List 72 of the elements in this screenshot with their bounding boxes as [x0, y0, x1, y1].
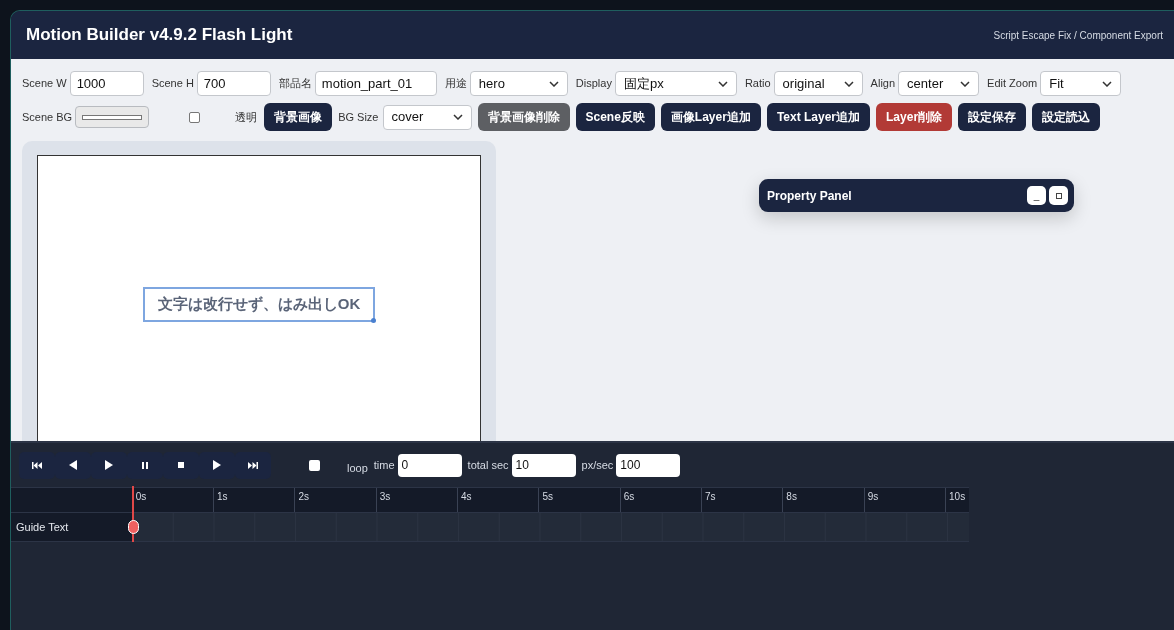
- toolbar-button[interactable]: Scene反映: [575, 103, 655, 131]
- app-title: Motion Builder v4.9.2 Flash Light: [26, 24, 293, 47]
- minimize-button[interactable]: _: [1027, 186, 1046, 205]
- dropdown[interactable]: 固定px: [614, 71, 737, 96]
- time-tick: 0s: [131, 488, 214, 512]
- panel-title: Property Panel: [767, 187, 852, 205]
- text-layer[interactable]: 文字は改行せず、はみ出しOK: [143, 287, 375, 322]
- field-label: BG Size: [338, 109, 379, 125]
- field-label: 部品名: [278, 76, 312, 92]
- track-name: Guide Text: [11, 513, 132, 541]
- loop-checkbox[interactable]: [309, 459, 320, 471]
- pause-icon: [142, 461, 148, 469]
- triangle-right-icon: [213, 460, 221, 470]
- text-input[interactable]: 700: [196, 71, 271, 96]
- skip-back-icon: [32, 461, 42, 469]
- dropdown[interactable]: center: [898, 71, 980, 96]
- field-label: time: [373, 457, 395, 473]
- play-icon: [105, 460, 113, 470]
- chevron-down-icon: [548, 80, 559, 87]
- toolbar-button[interactable]: 背景画像: [264, 103, 333, 131]
- dropdown[interactable]: Fit: [1040, 71, 1122, 96]
- loop-label: loop: [347, 460, 368, 476]
- dropdown[interactable]: hero: [469, 71, 568, 96]
- transport-button[interactable]: [19, 451, 55, 479]
- field-label: px/sec: [581, 457, 614, 473]
- transparent-checkbox[interactable]: [189, 111, 201, 123]
- field-label: Scene H: [151, 76, 194, 92]
- app-subtitle: Script Escape Fix / Component Export: [993, 28, 1163, 43]
- number-input[interactable]: 100: [616, 453, 681, 477]
- field-label: Scene W: [22, 76, 67, 92]
- field-label: Ratio: [744, 76, 771, 92]
- transport-button[interactable]: [235, 451, 271, 479]
- skip-forward-icon: [248, 461, 258, 469]
- number-input[interactable]: 10: [511, 453, 576, 477]
- text-input[interactable]: motion_part_01: [314, 71, 437, 96]
- time-tick: 7s: [701, 488, 783, 512]
- color-picker[interactable]: [75, 106, 150, 128]
- toolbar-button[interactable]: 設定読込: [1032, 103, 1101, 131]
- time-tick: 10s: [945, 488, 969, 512]
- field-label: Align: [870, 76, 896, 92]
- time-tick: 8s: [782, 488, 864, 512]
- time-tick: 5s: [538, 488, 620, 512]
- transparent-label: 透明: [235, 109, 258, 125]
- stop-icon: [178, 462, 184, 468]
- dropdown[interactable]: cover: [382, 104, 472, 130]
- keyframe-marker[interactable]: [128, 520, 139, 534]
- resize-handle[interactable]: [371, 318, 376, 323]
- toolbar-button[interactable]: Layer削除: [876, 103, 953, 131]
- time-tick: 4s: [457, 488, 539, 512]
- chevron-down-icon: [843, 80, 854, 87]
- chevron-down-icon: [717, 80, 728, 87]
- chevron-down-icon: [1102, 80, 1113, 87]
- chevron-down-icon: [452, 114, 463, 120]
- time-tick: 2s: [294, 488, 376, 512]
- chevron-down-icon: [960, 80, 971, 87]
- dropdown[interactable]: original: [773, 71, 863, 96]
- field-label: total sec: [467, 457, 509, 473]
- time-tick: 1s: [213, 488, 295, 512]
- maximize-button[interactable]: [1049, 186, 1068, 205]
- toolbar-button[interactable]: Text Layer追加: [766, 103, 871, 131]
- triangle-left-icon: [69, 460, 77, 470]
- field-label: 用途: [444, 76, 467, 92]
- toolbar-button[interactable]: 画像Layer追加: [660, 103, 761, 131]
- number-input[interactable]: 0: [397, 453, 462, 477]
- field-label: Display: [575, 76, 612, 92]
- toolbar-button[interactable]: 設定保存: [958, 103, 1027, 131]
- field-label: Edit Zoom: [987, 76, 1038, 92]
- time-tick: 6s: [619, 488, 702, 512]
- time-tick: 3s: [375, 488, 458, 512]
- text-input[interactable]: 1000: [69, 71, 144, 96]
- time-tick: 9s: [863, 488, 945, 512]
- field-label: Scene BG: [22, 109, 73, 125]
